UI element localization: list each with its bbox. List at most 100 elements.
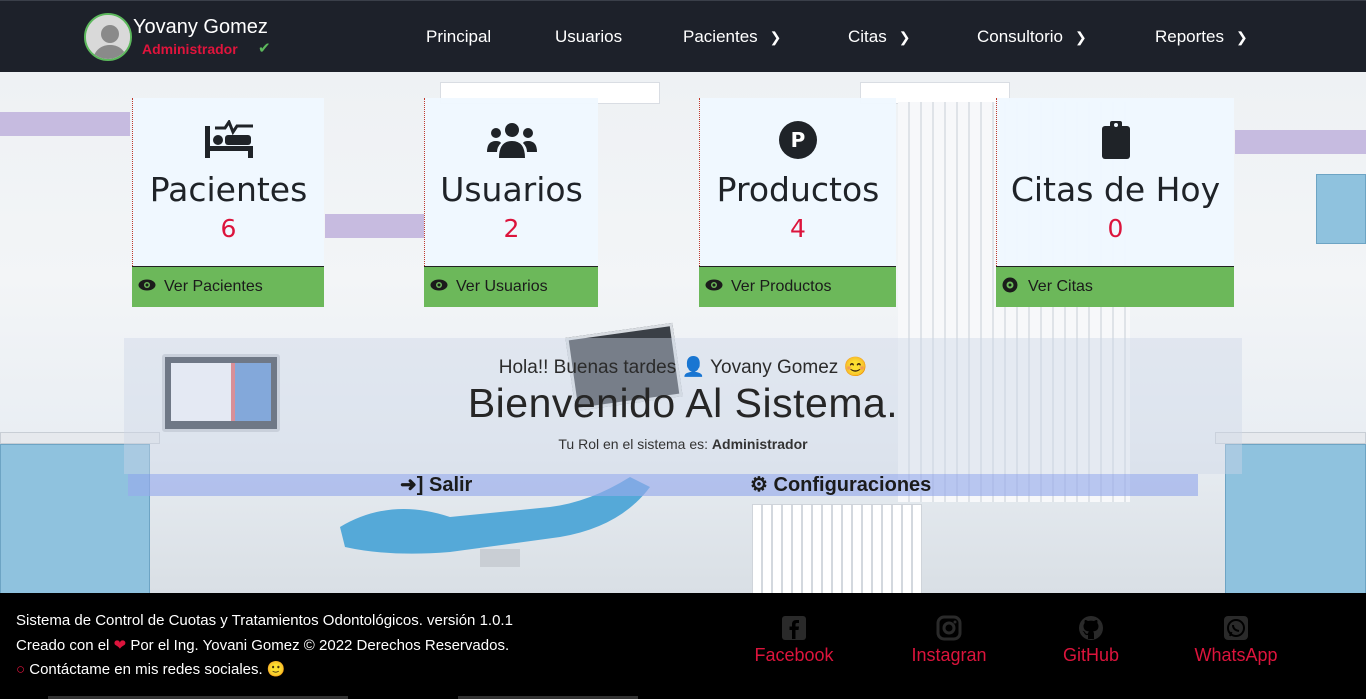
nav-pacientes-label: Pacientes: [683, 27, 758, 46]
card-title: Usuarios: [440, 170, 583, 209]
card-title: Citas de Hoy: [1010, 170, 1221, 209]
wall-stripe: [1235, 130, 1366, 154]
whatsapp-icon: [1224, 616, 1248, 640]
chevron-right-icon: ❯: [898, 29, 911, 45]
instagram-link[interactable]: Instagran: [905, 615, 993, 666]
card-link-label: Ver Pacientes: [164, 278, 263, 295]
product-p-icon: P: [700, 120, 896, 164]
greeting-text: Hola!! Buenas tardes: [498, 357, 677, 378]
nav-citas[interactable]: Citas ❯: [848, 27, 910, 47]
wall-cabinet: [1316, 174, 1366, 244]
card-count: 4: [790, 214, 806, 243]
copyright-icon: ©: [303, 637, 315, 654]
welcome-title: Bienvenido Al Sistema.: [467, 380, 899, 426]
footer-created-text: Creado con el: [16, 637, 110, 654]
user-avatar[interactable]: [84, 13, 132, 61]
card-count: 6: [220, 214, 237, 243]
smile-emoji-icon: 😊: [843, 357, 868, 378]
role-line: Tu Rol en el sistema es: Administrador: [0, 436, 1366, 452]
nav-principal[interactable]: Principal: [426, 27, 491, 47]
chevron-right-icon: ❯: [1235, 29, 1248, 45]
card-body: Usuarios 2: [424, 98, 598, 266]
eye-icon: [138, 278, 158, 296]
facebook-link[interactable]: Facebook: [750, 615, 838, 666]
top-navbar: Yovany Gomez Administrador ✔ Principal U…: [0, 0, 1366, 72]
greeting-name: Yovany Gomez: [710, 357, 839, 378]
settings-button[interactable]: ⚙ Configuraciones: [750, 472, 931, 497]
github-icon: [1079, 616, 1103, 640]
card-link-label: Ver Productos: [731, 278, 832, 295]
nav-consultorio[interactable]: Consultorio ❯: [977, 27, 1087, 47]
card-title: Productos: [716, 170, 880, 209]
radiator: [752, 504, 922, 593]
footer-line-2: Creado con el ❤ Por el Ing. Yovani Gomez…: [16, 636, 509, 654]
ver-productos-link[interactable]: Ver Productos: [699, 266, 896, 307]
gear-icon: ⚙: [750, 474, 768, 496]
chevron-right-icon: ❯: [1075, 29, 1087, 45]
cabinet: [1225, 444, 1366, 593]
ver-pacientes-link[interactable]: Ver Pacientes: [132, 266, 324, 307]
nav-usuarios-label: Usuarios: [555, 27, 623, 46]
card-title: Pacientes: [149, 170, 308, 209]
role-prefix: Tu Rol en el sistema es:: [558, 436, 709, 452]
svg-text:P: P: [791, 128, 806, 152]
instagram-icon: [936, 615, 962, 641]
stat-card-citas: Citas de Hoy 0 Ver Citas: [996, 98, 1234, 307]
github-link[interactable]: GitHub: [1058, 615, 1124, 666]
card-link-label: Ver Usuarios: [456, 278, 548, 295]
nav-principal-label: Principal: [426, 27, 492, 46]
github-label: GitHub: [1062, 645, 1120, 665]
nav-consultorio-label: Consultorio: [977, 27, 1063, 46]
action-bar: [128, 474, 1198, 496]
facebook-icon: [782, 616, 806, 640]
heart-icon: ❤: [113, 637, 127, 654]
role-value: Administrador: [711, 436, 808, 452]
circle-icon: ○: [16, 661, 26, 678]
facebook-label: Facebook: [754, 645, 834, 665]
nav-usuarios[interactable]: Usuarios: [555, 27, 622, 47]
nav-citas-label: Citas: [848, 27, 887, 46]
logout-button[interactable]: ➜] Salir: [400, 472, 472, 497]
eye-icon: [430, 278, 450, 296]
wall-stripe: [325, 214, 425, 238]
location-eye-icon: [1002, 277, 1022, 298]
smile-emoji-icon: 🙂: [266, 661, 286, 678]
user-name: Yovany Gomez: [133, 16, 268, 38]
wall-stripe: [0, 112, 130, 136]
footer-contact-text: Contáctame en mis redes sociales.: [29, 661, 263, 678]
settings-label: Configuraciones: [773, 474, 932, 496]
sign-in-arrow-icon: ➜]: [400, 474, 424, 496]
stat-card-pacientes: Pacientes 6 Ver Pacientes: [132, 98, 324, 307]
check-icon: ✔: [258, 39, 271, 57]
card-link-label: Ver Citas: [1028, 278, 1093, 295]
footer-line-1: Sistema de Control de Cuotas y Tratamien…: [16, 612, 513, 629]
user-role: Administrador: [142, 41, 238, 57]
greeting-line: Hola!! Buenas tardes 👤 Yovany Gomez 😊: [0, 355, 1366, 379]
chevron-right-icon: ❯: [769, 29, 782, 45]
nav-reportes[interactable]: Reportes ❯: [1155, 27, 1248, 47]
stat-card-productos: P Productos 4 Ver Productos: [699, 98, 896, 307]
ver-usuarios-link[interactable]: Ver Usuarios: [424, 266, 598, 307]
ver-citas-link[interactable]: Ver Citas: [996, 266, 1234, 307]
card-count: 2: [503, 214, 520, 243]
clipboard-icon: [997, 120, 1234, 164]
procedures-icon: [133, 120, 324, 164]
card-body: Pacientes 6: [132, 98, 324, 266]
footer-author-text: Por el Ing. Yovani Gomez: [130, 637, 300, 654]
card-body: P Productos 4: [699, 98, 896, 266]
users-icon: [425, 120, 598, 164]
stat-card-usuarios: Usuarios 2 Ver Usuarios: [424, 98, 598, 307]
card-count: 0: [1107, 214, 1124, 243]
instagram-label: Instagran: [911, 645, 987, 665]
logout-label: Salir: [428, 474, 473, 496]
nav-reportes-label: Reportes: [1155, 27, 1224, 46]
footer-line-3: ○ Contáctame en mis redes sociales. 🙂: [16, 660, 286, 678]
avatar-silhouette-icon: [86, 15, 130, 59]
footer-rights-text: 2022 Derechos Reservados.: [319, 637, 510, 654]
whatsapp-label: WhatsApp: [1194, 645, 1278, 665]
whatsapp-link[interactable]: WhatsApp: [1188, 615, 1284, 666]
card-body: Citas de Hoy 0: [996, 98, 1234, 266]
eye-icon: [705, 278, 725, 296]
user-emoji-icon: 👤: [681, 357, 706, 378]
nav-pacientes[interactable]: Pacientes ❯: [683, 27, 781, 47]
